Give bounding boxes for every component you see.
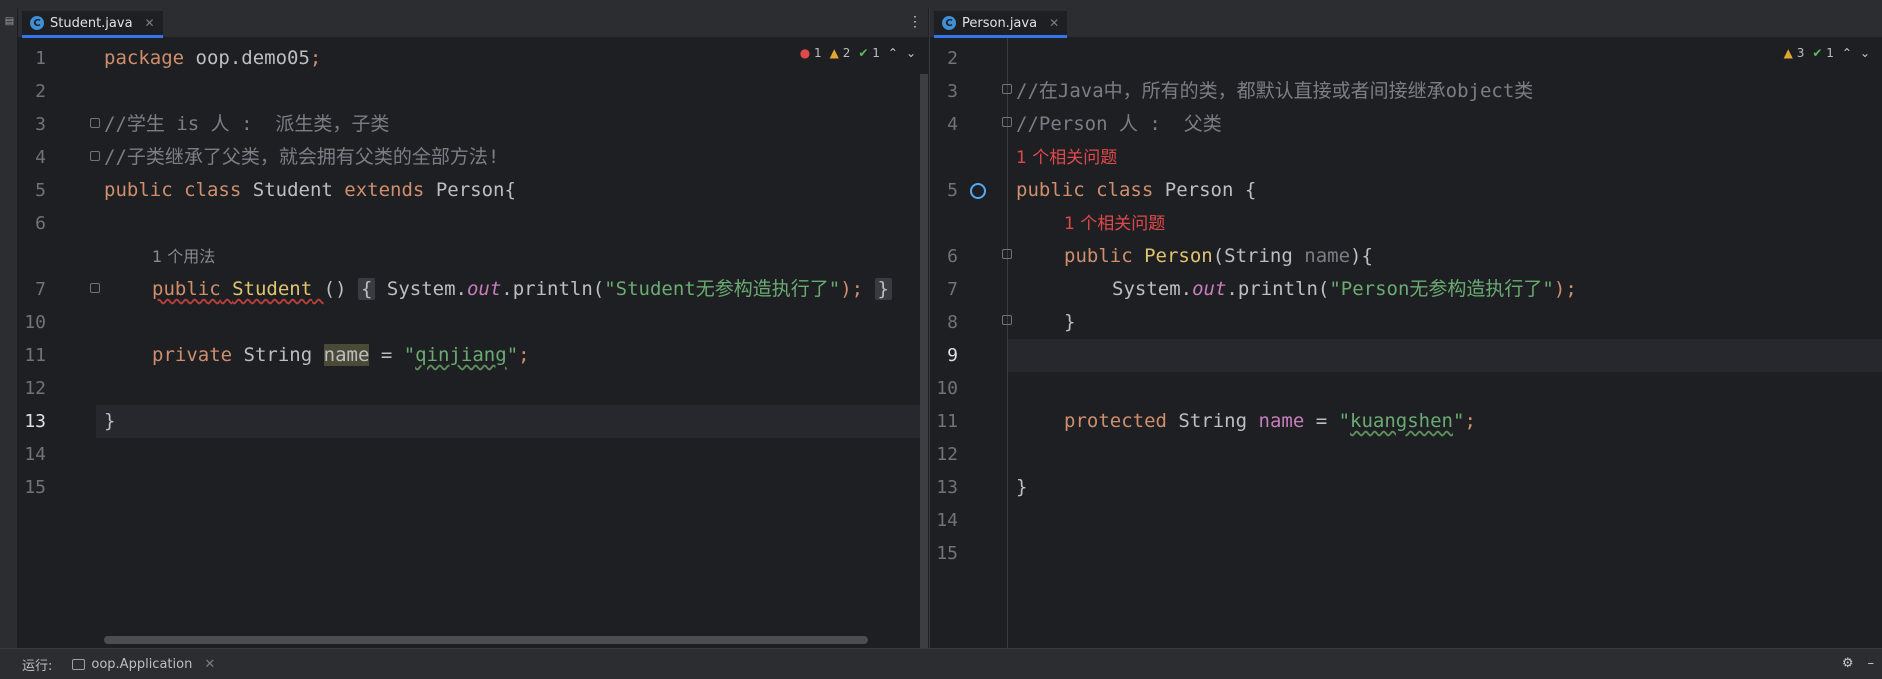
code-line: public class Student extends Person{ xyxy=(104,179,516,201)
line-number: 13 xyxy=(936,477,958,498)
code-line: //在Java中，所有的类，都默认直接或者间接继承object类 xyxy=(1016,80,1534,102)
editor-pane-person: C Person.java ✕ 2 3 4 5 6 7 8 9 10 11 12… xyxy=(929,8,1882,648)
line-number: 7 xyxy=(35,279,46,300)
line-number: 14 xyxy=(24,444,46,465)
line-number: 4 xyxy=(35,147,46,168)
horizontal-scrollbar[interactable] xyxy=(104,636,868,644)
line-number: 9 xyxy=(947,345,958,366)
chevron-down-icon[interactable]: ⌄ xyxy=(1860,46,1870,60)
code-line: protected String name = "kuangshen"; xyxy=(1064,410,1476,432)
line-number: 3 xyxy=(35,114,46,135)
code-line: private String name = "qinjiang"; xyxy=(152,344,530,366)
line-number: 2 xyxy=(35,81,46,102)
code-line: public Student () { System.out.println("… xyxy=(104,273,928,306)
line-number: 11 xyxy=(936,411,958,432)
line-number: 4 xyxy=(947,114,958,135)
code-line: System.out.println("Person无参构造执行了"); xyxy=(1112,278,1577,300)
fold-marker-icon[interactable] xyxy=(1002,249,1012,259)
fold-marker-icon[interactable] xyxy=(1002,117,1012,127)
line-number: 5 xyxy=(35,180,46,201)
line-number: 10 xyxy=(24,312,46,333)
line-number: 5 xyxy=(947,180,958,201)
code-editor[interactable]: 2 3 4 5 6 7 8 9 10 11 12 13 14 15 ▲ 3 ✔ … xyxy=(930,38,1882,648)
line-number: 6 xyxy=(947,246,958,267)
close-icon[interactable]: ✕ xyxy=(1049,16,1059,30)
editor-tabbar: C Student.java ✕ ⋮ xyxy=(18,8,928,38)
line-number: 14 xyxy=(936,510,958,531)
line-number: 3 xyxy=(947,81,958,102)
line-number: 12 xyxy=(936,444,958,465)
tab-label: Student.java xyxy=(50,15,133,31)
line-number: 6 xyxy=(35,213,46,234)
tab-label: Person.java xyxy=(962,15,1038,31)
code-line: } xyxy=(1064,311,1076,333)
line-number: 11 xyxy=(24,345,46,366)
current-line xyxy=(1008,339,1882,372)
line-number: 10 xyxy=(936,378,958,399)
code-line: } xyxy=(1016,476,1028,498)
fold-marker-icon[interactable] xyxy=(90,151,100,161)
code-line: //Person 人 : 父类 xyxy=(1016,113,1222,135)
minimize-icon[interactable]: – xyxy=(1868,656,1875,671)
code-line: //学生 is 人 : 派生类，子类 xyxy=(104,113,390,135)
current-line: } xyxy=(96,405,928,438)
close-icon[interactable]: ✕ xyxy=(145,16,155,30)
override-gutter-icon[interactable] xyxy=(970,183,986,199)
fold-marker-icon[interactable] xyxy=(90,283,100,293)
line-gutter: 1 2 3 4 5 6 7 10 11 12 13 14 15 xyxy=(18,38,100,648)
inspection-widget[interactable]: ▲ 3 ✔ 1 ⌃ ⌄ xyxy=(1784,46,1870,60)
editor-tabbar: C Person.java ✕ xyxy=(930,8,1882,38)
fold-marker-icon[interactable] xyxy=(1002,315,1012,325)
run-tool-bar: 运行: oop.Application ✕ ⚙ – xyxy=(0,648,1882,679)
editor-pane-student: C Student.java ✕ ⋮ 1 2 3 4 5 6 7 10 11 1… xyxy=(18,8,928,648)
top-toolbar xyxy=(0,0,1882,8)
run-tab-label: oop.Application xyxy=(91,656,193,672)
warning-count: ▲ 3 xyxy=(1783,46,1805,60)
fold-marker-icon[interactable] xyxy=(1002,84,1012,94)
problem-hint[interactable]: 1 个相关问题 xyxy=(1016,141,1882,174)
vertical-scrollbar[interactable] xyxy=(920,74,928,648)
close-icon[interactable]: ✕ xyxy=(204,657,215,672)
code-line: //子类继承了父类，就会拥有父类的全部方法! xyxy=(104,146,500,168)
run-label: 运行: xyxy=(22,658,53,674)
application-icon xyxy=(72,658,86,670)
check-icon: ✔ xyxy=(1812,46,1823,60)
tab-student-java[interactable]: C Student.java ✕ xyxy=(22,11,163,38)
gear-icon[interactable]: ⚙ xyxy=(1842,656,1854,671)
more-vertical-icon[interactable]: ⋮ xyxy=(908,14,922,30)
line-number: 13 xyxy=(24,411,46,432)
left-tool-strip: ▤ xyxy=(0,8,18,648)
ok-count: ✔ 1 xyxy=(1812,46,1834,60)
line-number: 15 xyxy=(936,543,958,564)
line-number: 15 xyxy=(24,477,46,498)
c-class-icon: C xyxy=(942,16,956,30)
usage-hint[interactable]: 1 个用法 xyxy=(104,240,928,273)
c-class-icon: C xyxy=(30,16,44,30)
tab-person-java[interactable]: C Person.java ✕ xyxy=(934,11,1068,38)
run-tab-oop-application[interactable]: oop.Application ✕ xyxy=(72,657,215,672)
project-tool-tab[interactable]: ▤ xyxy=(2,16,15,64)
code-line: package oop.demo05; xyxy=(104,47,322,69)
line-number: 12 xyxy=(24,378,46,399)
code-editor[interactable]: 1 2 3 4 5 6 7 10 11 12 13 14 15 ● 1 ▲ 2 … xyxy=(18,38,928,648)
line-number: 2 xyxy=(947,48,958,69)
line-gutter: 2 3 4 5 6 7 8 9 10 11 12 13 14 15 xyxy=(930,38,1012,648)
code-line: public Person(String name){ xyxy=(1064,245,1373,267)
code-line: public class Person { xyxy=(1016,179,1257,201)
problem-hint[interactable]: 1 个相关问题 xyxy=(1016,207,1882,240)
line-number: 7 xyxy=(947,279,958,300)
fold-marker-icon[interactable] xyxy=(90,118,100,128)
warning-icon: ▲ xyxy=(1783,46,1793,60)
run-bar-actions: ⚙ – xyxy=(1842,656,1874,671)
line-number: 1 xyxy=(35,48,46,69)
line-number: 8 xyxy=(947,312,958,333)
chevron-up-icon[interactable]: ⌃ xyxy=(1842,46,1852,60)
